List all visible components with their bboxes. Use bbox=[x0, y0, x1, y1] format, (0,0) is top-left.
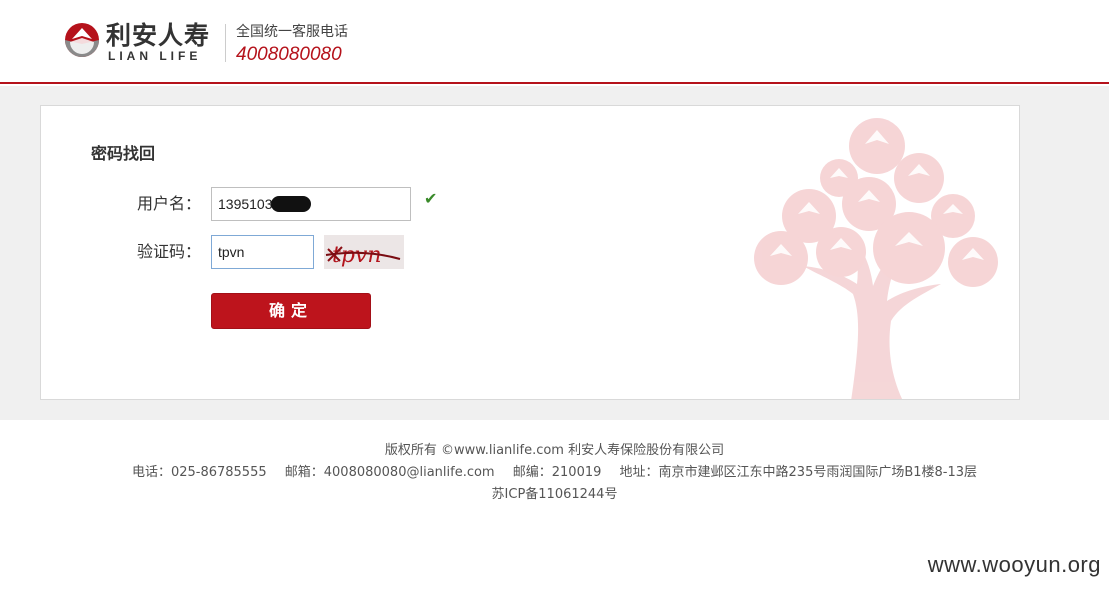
main-content-area: 密码找回 用户名： ✔ 验证码： tpvn 确定 bbox=[0, 86, 1109, 420]
money-tree-illustration bbox=[754, 118, 998, 399]
footer-icp[interactable]: 苏ICP备11061244号 bbox=[0, 486, 1109, 504]
footer-copyright: 版权所有 ©www.lianlife.com 利安人寿保险股份有限公司 bbox=[384, 443, 725, 458]
password-recovery-card: 密码找回 用户名： ✔ 验证码： tpvn 确定 bbox=[40, 105, 1020, 400]
logo-english-name: LIAN LIFE bbox=[108, 49, 202, 63]
confirm-button[interactable]: 确定 bbox=[211, 293, 371, 329]
username-input[interactable] bbox=[211, 187, 411, 221]
captcha-label: 验证码： bbox=[137, 242, 202, 261]
username-label: 用户名： bbox=[137, 194, 202, 213]
footer-phone: 电话：025-86785555 bbox=[131, 465, 267, 480]
watermark-text: www.wooyun.org bbox=[927, 552, 1101, 577]
svg-text:tpvn: tpvn bbox=[332, 243, 382, 268]
lian-life-logo-icon bbox=[65, 23, 99, 57]
check-icon: ✔ bbox=[424, 189, 438, 208]
footer-address: 地址：南京市建邺区江东中路235号雨润国际广场B1楼8-13层 bbox=[619, 465, 978, 480]
captcha-input[interactable] bbox=[211, 235, 314, 269]
hotline-number: 4008080080 bbox=[236, 44, 342, 65]
header-divider bbox=[225, 24, 226, 62]
company-logo[interactable]: 利安人寿 LIAN LIFE bbox=[64, 22, 214, 64]
hotline-label: 全国统一客服电话 bbox=[236, 24, 348, 40]
captcha-image[interactable]: tpvn bbox=[324, 235, 404, 269]
footer-contact: 电话：025-86785555 邮箱：4008080080@lianlife.c… bbox=[0, 464, 1109, 482]
form-title: 密码找回 bbox=[91, 144, 156, 163]
footer-postcode: 邮编：210019 bbox=[512, 465, 602, 480]
redaction-mark bbox=[271, 196, 311, 212]
logo-chinese-name: 利安人寿 bbox=[106, 21, 211, 50]
page-header: 利安人寿 LIAN LIFE 全国统一客服电话 4008080080 bbox=[0, 0, 1109, 84]
footer-email: 邮箱：4008080080@lianlife.com bbox=[284, 465, 495, 480]
